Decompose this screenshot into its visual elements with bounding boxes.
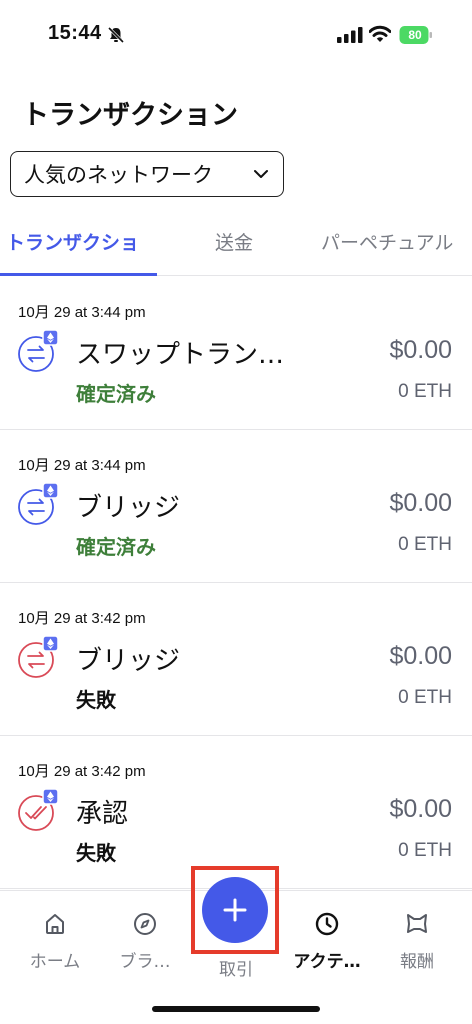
tab-transactions[interactable]: トランザクショ — [6, 228, 139, 255]
chevron-down-icon — [254, 170, 268, 178]
battery-level: 80 — [408, 28, 422, 42]
status-time: 15:44 — [48, 22, 102, 44]
cellular-signal-icon — [337, 27, 363, 43]
nav-activity[interactable]: アクテ… — [282, 911, 372, 972]
compass-icon — [134, 913, 156, 935]
transaction-row[interactable]: 10月 29 at 3:44 pm ブリッジ 確定済み $0.00 0 ETH — [0, 430, 472, 583]
approve-failed-icon — [18, 788, 59, 831]
transaction-name: ブリッジ — [76, 493, 181, 523]
transaction-amount-usd: $0.00 — [389, 489, 452, 517]
home-icon — [46, 914, 64, 934]
clock-icon — [315, 912, 339, 936]
page-title: トランザクション — [22, 100, 238, 131]
nav-home[interactable]: ホーム — [10, 911, 100, 972]
rewards-fox-icon — [407, 914, 427, 933]
transaction-amount-usd: $0.00 — [389, 642, 452, 670]
transaction-amount-eth: 0 ETH — [398, 534, 452, 555]
transaction-status: 失敗 — [76, 841, 116, 865]
bridge-icon — [18, 482, 59, 525]
transaction-amount-eth: 0 ETH — [398, 687, 452, 708]
transaction-row[interactable]: 10月 29 at 3:44 pm スワップトラン… 確定済み $0.00 0 … — [0, 277, 472, 430]
bridge-failed-icon — [18, 635, 59, 678]
transaction-amount-usd: $0.00 — [389, 795, 452, 823]
tab-send[interactable]: 送金 — [215, 228, 253, 255]
network-filter-dropdown[interactable]: 人気のネットワーク — [10, 151, 284, 197]
wifi-icon — [369, 25, 391, 42]
bell-off-icon — [107, 26, 125, 44]
transaction-status: 確定済み — [76, 382, 156, 406]
plus-icon — [223, 898, 247, 922]
transaction-date: 10月 29 at 3:44 pm — [18, 304, 146, 321]
nav-activity-label: アクテ… — [293, 952, 361, 972]
transaction-amount-eth: 0 ETH — [398, 381, 452, 402]
nav-rewards[interactable]: 報酬 — [372, 911, 462, 972]
nav-browser-label: ブラ… — [119, 952, 171, 972]
status-bar: 15:44 80 — [0, 0, 472, 70]
nav-rewards-label: 報酬 — [400, 952, 434, 972]
network-filter-label: 人気のネットワーク — [24, 163, 213, 187]
transaction-date: 10月 29 at 3:42 pm — [18, 610, 146, 627]
transaction-amount-usd: $0.00 — [389, 336, 452, 364]
transaction-name: スワップトラン… — [76, 340, 285, 370]
transaction-status: 失敗 — [76, 688, 116, 712]
transaction-amount-eth: 0 ETH — [398, 840, 452, 861]
nav-browser[interactable]: ブラ… — [100, 911, 190, 972]
transaction-name: ブリッジ — [76, 646, 181, 676]
home-indicator — [152, 1006, 320, 1012]
transaction-date: 10月 29 at 3:42 pm — [18, 763, 146, 780]
transaction-status: 確定済み — [76, 535, 156, 559]
trade-button[interactable] — [202, 877, 268, 943]
nav-home-label: ホーム — [29, 952, 81, 972]
transaction-row[interactable]: 10月 29 at 3:42 pm ブリッジ 失敗 $0.00 0 ETH — [0, 583, 472, 736]
tab-bar: トランザクショ 送金 パーペチュアル — [0, 210, 472, 276]
swap-icon — [18, 329, 59, 372]
transaction-name: 承認 — [76, 799, 129, 829]
tab-perpetuals[interactable]: パーペチュアル — [321, 228, 453, 255]
trade-button-label: 取引 — [219, 960, 253, 980]
transaction-date: 10月 29 at 3:44 pm — [18, 457, 146, 474]
active-tab-indicator — [0, 273, 157, 276]
